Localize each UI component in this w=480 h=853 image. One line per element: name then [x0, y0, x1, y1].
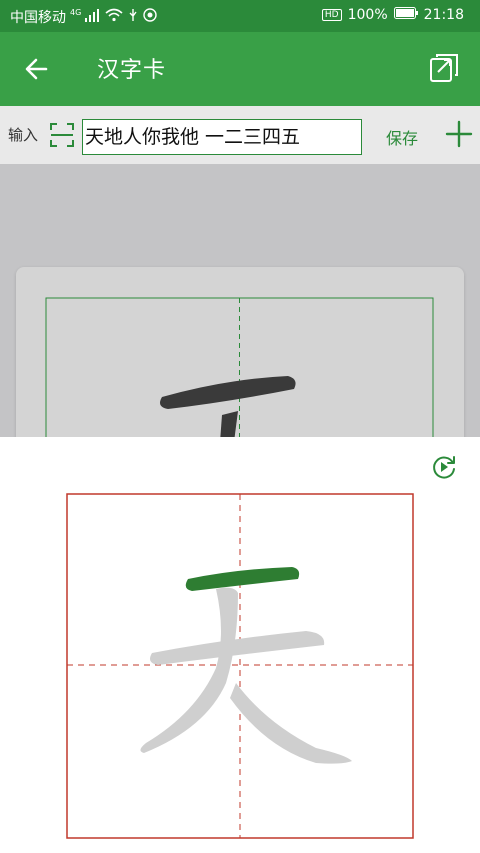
vpn-icon [143, 8, 157, 26]
grid-border [66, 493, 414, 839]
character-input[interactable]: 天地人你我他 一二三四五 [82, 119, 362, 155]
replay-icon[interactable] [430, 453, 458, 481]
input-bar: 输入 天地人你我他 一二三四五 保存 [0, 106, 480, 164]
hd-badge: HD [321, 9, 342, 21]
signal-icon [85, 8, 101, 26]
battery-percent: 100% [347, 7, 388, 23]
add-icon[interactable] [444, 119, 474, 149]
tian-grid[interactable] [66, 493, 414, 839]
status-bar: 中国移动 4G HD 100% 21:18 [0, 0, 480, 32]
save-button[interactable]: 保存 [386, 125, 418, 149]
input-label: 输入 [8, 126, 39, 144]
usb-icon [127, 8, 139, 26]
network-type: 4G [70, 7, 82, 17]
expand-icon[interactable] [428, 52, 460, 84]
stroke-practice-sheet [0, 437, 480, 853]
card-stroke-1 [160, 376, 296, 409]
carrier-label: 中国移动 [10, 10, 66, 26]
back-arrow-icon[interactable] [22, 54, 52, 84]
scan-icon[interactable] [49, 122, 75, 148]
page-title: 汉字卡 [97, 58, 167, 83]
app-bar: 汉字卡 [0, 32, 480, 106]
battery-icon [393, 7, 418, 23]
clock: 21:18 [423, 7, 464, 23]
wifi-icon [105, 8, 123, 26]
